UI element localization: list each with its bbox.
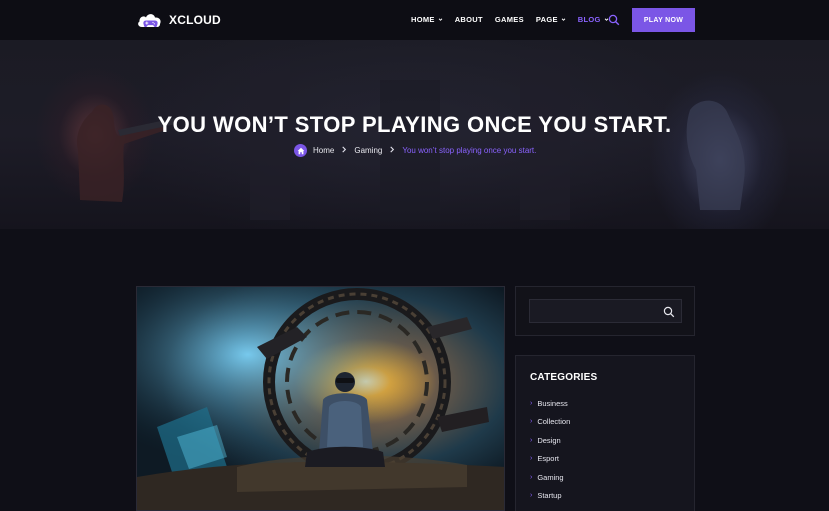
chevron-down-icon xyxy=(561,18,566,21)
search-box xyxy=(529,299,682,323)
chevron-right-icon: › xyxy=(530,473,533,481)
chevron-right-icon: › xyxy=(530,436,533,444)
chevron-right-icon: › xyxy=(530,455,533,463)
play-now-button[interactable]: PLAY NOW xyxy=(632,8,695,32)
sidebar-search-input[interactable] xyxy=(530,300,660,322)
sidebar-categories-widget: CATEGORIES › Business › Collection › Des… xyxy=(515,355,695,511)
breadcrumb-current: You won’t stop playing once you start. xyxy=(402,146,537,155)
search-icon[interactable] xyxy=(608,13,620,26)
brand-logo[interactable]: XCLOUD xyxy=(136,10,221,30)
sidebar-search-widget xyxy=(515,286,695,336)
chevron-right-icon: › xyxy=(530,399,533,407)
chevron-right-icon: › xyxy=(530,418,533,426)
gamer-portal-illustration xyxy=(137,287,504,510)
breadcrumb: Home Gaming You won’t stop playing once … xyxy=(294,144,536,157)
category-label: Design xyxy=(537,435,561,445)
cloud-gamepad-icon xyxy=(136,10,163,30)
category-item-collection[interactable]: › Collection xyxy=(530,413,570,432)
nav-item-label: BLOG xyxy=(577,15,601,24)
nav-item-about[interactable]: ABOUT xyxy=(455,15,483,24)
page-title: YOU WON’T STOP PLAYING ONCE YOU START. xyxy=(157,112,672,137)
category-label: Esport xyxy=(537,454,560,464)
breadcrumb-home-link[interactable]: Home xyxy=(313,146,334,155)
categories-heading: CATEGORIES xyxy=(530,372,598,383)
category-label: Business xyxy=(537,398,568,408)
chevron-right-icon: › xyxy=(530,492,533,500)
post-featured-image[interactable] xyxy=(136,286,505,511)
top-navbar: XCLOUD HOME ABOUT GAMES PAGE BLOG PLAY N… xyxy=(0,0,829,40)
search-icon[interactable] xyxy=(663,305,675,318)
category-list: › Business › Collection › Design › Espor… xyxy=(530,394,570,505)
breadcrumb-category-link[interactable]: Gaming xyxy=(354,146,382,155)
nav-item-home[interactable]: HOME xyxy=(411,15,443,24)
nav-item-games[interactable]: GAMES xyxy=(495,15,524,24)
nav-item-label: HOME xyxy=(411,15,435,24)
category-label: Collection xyxy=(537,417,571,427)
nav-item-blog[interactable]: BLOG xyxy=(578,15,609,24)
category-item-design[interactable]: › Design xyxy=(530,431,570,450)
nav-item-label: ABOUT xyxy=(454,15,483,24)
nav-item-label: GAMES xyxy=(494,15,524,24)
nav-item-page[interactable]: PAGE xyxy=(536,15,566,24)
page-hero: YOU WON’T STOP PLAYING ONCE YOU START. H… xyxy=(0,40,829,229)
chevron-right-icon xyxy=(341,146,347,155)
nav-item-label: PAGE xyxy=(535,15,558,24)
home-icon[interactable] xyxy=(294,144,307,157)
category-label: Gaming xyxy=(537,472,564,482)
main-menu: HOME ABOUT GAMES PAGE BLOG xyxy=(411,15,621,24)
category-label: Startup xyxy=(537,491,562,501)
chevron-right-icon xyxy=(389,146,395,155)
category-item-gaming[interactable]: › Gaming xyxy=(530,468,570,487)
category-item-startup[interactable]: › Startup xyxy=(530,487,570,506)
brand-name: XCLOUD xyxy=(169,13,221,27)
chevron-down-icon xyxy=(438,18,443,21)
category-item-business[interactable]: › Business xyxy=(530,394,570,413)
category-item-esport[interactable]: › Esport xyxy=(530,450,570,469)
